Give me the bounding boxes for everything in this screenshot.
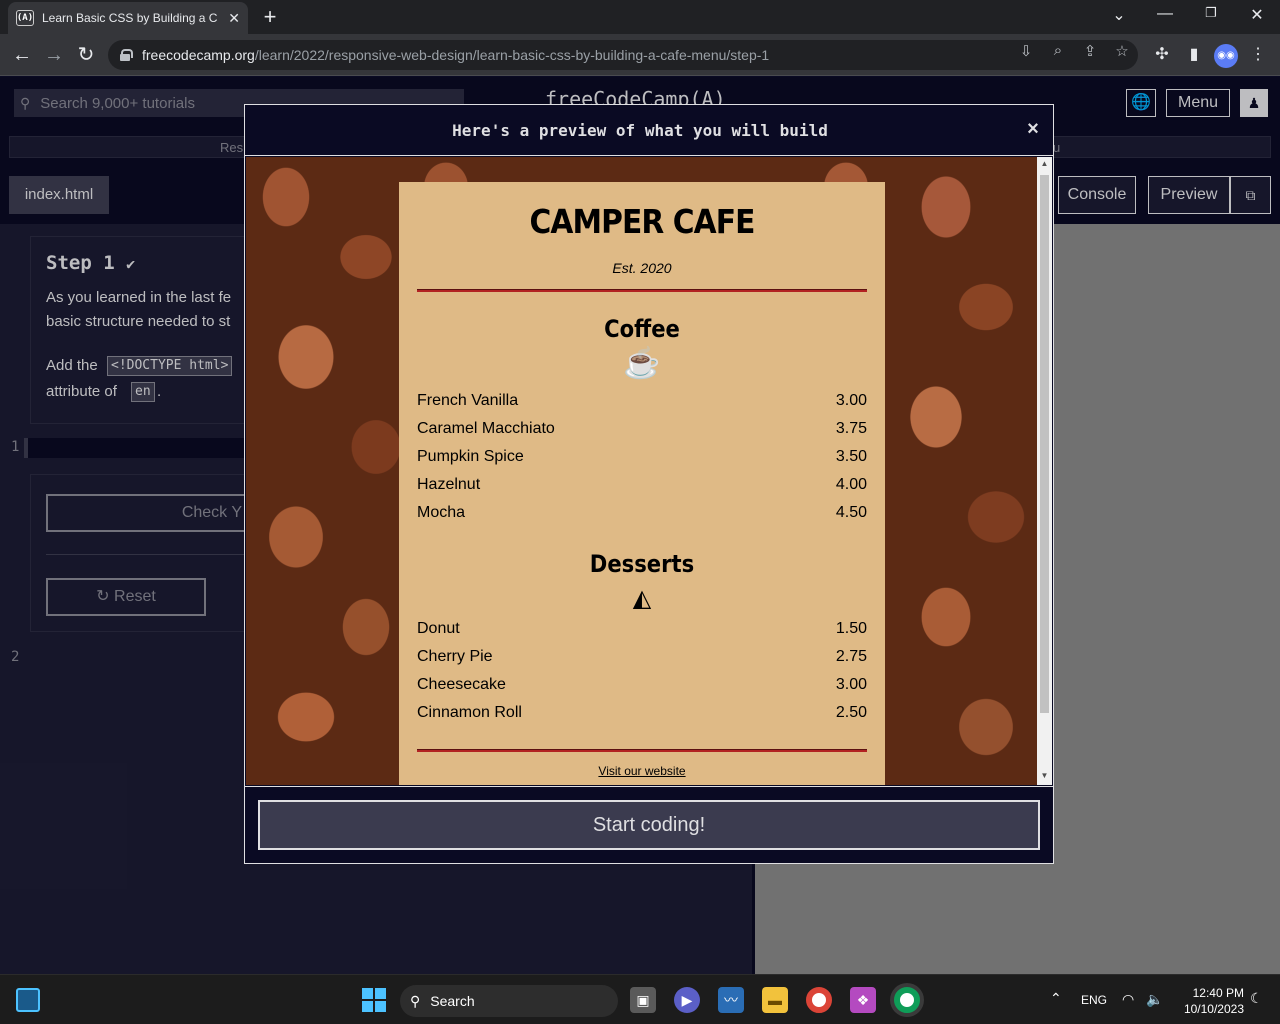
windows-taskbar: ⚲ Search ▣ ▶ 〰 ▬ ❖ ⌃ ENG ◠ 🔈 12:40 PM 10… [0, 974, 1280, 1024]
scroll-up-icon[interactable]: ▲ [1037, 159, 1052, 168]
item-name: Cherry Pie [417, 648, 493, 665]
chrome-icon[interactable] [806, 987, 832, 1013]
install-app-icon[interactable]: ⇩ [1016, 42, 1036, 60]
item-name: Cheesecake [417, 676, 506, 693]
tray-chevron-icon[interactable]: ⌃ [1050, 990, 1062, 1007]
coffee-beans-background[interactable]: CAMPER CAFE Est. 2020 Coffee ☕ French Va… [246, 157, 1037, 785]
menu-item: Mocha 4.50 [417, 504, 867, 526]
wifi-icon[interactable]: ◠ [1122, 991, 1134, 1008]
visit-website-link[interactable]: Visit our website [399, 764, 885, 778]
browser-tab-active[interactable]: (A) Learn Basic CSS by Building a Ca ✕ [8, 2, 248, 34]
cafe-established: Est. 2020 [612, 260, 672, 276]
side-panel-icon[interactable]: ▮ [1182, 43, 1206, 67]
forward-arrow-icon[interactable]: → [42, 43, 66, 67]
minimize-window-icon[interactable]: — [1150, 5, 1180, 23]
item-price: 3.50 [835, 448, 867, 465]
bookmark-star-icon[interactable]: ☆ [1112, 42, 1132, 60]
tab-close-icon[interactable]: ✕ [228, 10, 240, 27]
item-name: Pumpkin Spice [417, 448, 524, 465]
item-price: 4.00 [835, 476, 867, 493]
modal-divider [245, 155, 1053, 156]
clock-time: 12:40 PM [1192, 986, 1244, 1000]
taskbar-search[interactable]: ⚲ Search [400, 985, 618, 1017]
menu-item: Hazelnut 4.00 [417, 476, 867, 498]
url-host: freecodecamp.org [142, 47, 255, 63]
profile-avatar-icon[interactable]: ◉◉ [1214, 44, 1238, 68]
item-price: 2.50 [835, 704, 867, 721]
taskbar-search-label: Search [430, 993, 475, 1009]
menu-item: Cherry Pie 2.75 [417, 648, 867, 670]
cafe-name: CAMPER CAFE [529, 202, 755, 241]
item-price: 3.75 [835, 420, 867, 437]
menu-item: Cheesecake 3.00 [417, 676, 867, 698]
item-price: 3.00 [835, 392, 867, 409]
divider [417, 289, 867, 292]
menu-item: Pumpkin Spice 3.50 [417, 448, 867, 470]
scrollbar-thumb[interactable] [1040, 175, 1049, 713]
task-view-icon[interactable]: ▣ [630, 987, 656, 1013]
menu-item: Caramel Macchiato 3.75 [417, 420, 867, 442]
item-name: Cinnamon Roll [417, 704, 522, 721]
volume-icon[interactable]: 🔈 [1146, 991, 1163, 1008]
chrome-menu-icon[interactable]: ⋮ [1246, 43, 1270, 67]
chrome-profile-icon[interactable] [894, 987, 920, 1013]
clock-date: 10/10/2023 [1183, 1002, 1244, 1016]
divider [417, 749, 867, 752]
windows-start-icon[interactable] [362, 988, 386, 1012]
item-name: Caramel Macchiato [417, 420, 555, 437]
coffee-cup-icon: ☕ [623, 347, 661, 380]
item-name: Donut [417, 620, 460, 637]
pie-slice-icon: ◭ [632, 585, 652, 612]
share-icon[interactable]: ⇪ [1080, 42, 1100, 60]
search-icon: ⚲ [410, 992, 421, 1009]
address-bar[interactable]: freecodecamp.org /learn/2022/responsive-… [108, 40, 1138, 70]
file-explorer-icon[interactable]: ▬ [762, 987, 788, 1013]
preview-modal: Here's a preview of what you will build … [244, 104, 1054, 864]
item-price: 4.50 [835, 504, 867, 521]
new-tab-button[interactable]: + [258, 4, 282, 30]
url-path: /learn/2022/responsive-web-design/learn-… [254, 47, 770, 63]
menu-item: Donut 1.50 [417, 620, 867, 642]
notifications-icon[interactable]: ☾ [1250, 990, 1263, 1007]
start-coding-button[interactable]: Start coding! [258, 800, 1040, 850]
coffee-heading: Coffee [604, 315, 680, 343]
reload-icon[interactable]: ↻ [74, 43, 98, 67]
menu-item: Cinnamon Roll 2.50 [417, 704, 867, 726]
item-price: 3.00 [835, 676, 867, 693]
scroll-down-icon[interactable]: ▼ [1037, 771, 1052, 780]
language-indicator[interactable]: ENG [1081, 993, 1107, 1007]
item-price: 1.50 [835, 620, 867, 637]
monitor-app-icon[interactable]: 〰 [718, 987, 744, 1013]
app-icon[interactable]: ❖ [850, 987, 876, 1013]
restore-window-icon[interactable]: ❐ [1196, 5, 1226, 21]
teams-chat-icon[interactable]: ▶ [674, 987, 700, 1013]
desserts-heading: Desserts [589, 550, 695, 578]
modal-divider [245, 786, 1053, 787]
preview-scrollbar[interactable]: ▲ ▼ [1037, 157, 1052, 785]
menu-item: French Vanilla 3.00 [417, 392, 867, 414]
clock[interactable]: 12:40 PM 10/10/2023 [1170, 985, 1244, 1017]
browser-toolbar: ← → ↻ freecodecamp.org /learn/2022/respo… [0, 34, 1280, 76]
item-price: 2.75 [835, 648, 867, 665]
back-arrow-icon[interactable]: ← [10, 43, 34, 67]
tab-search-chevron-icon[interactable]: ⌄ [1104, 5, 1134, 25]
freecodecamp-favicon-icon: (A) [16, 10, 34, 26]
item-name: Hazelnut [417, 476, 481, 493]
browser-tab-bar: (A) Learn Basic CSS by Building a Ca ✕ +… [0, 0, 1280, 34]
close-icon[interactable]: × [1023, 118, 1043, 141]
cafe-menu-card: CAMPER CAFE Est. 2020 Coffee ☕ French Va… [399, 182, 885, 785]
modal-title: Here's a preview of what you will build [452, 121, 828, 140]
zoom-icon[interactable]: ⌕ [1048, 42, 1068, 59]
widgets-icon[interactable] [16, 988, 40, 1012]
close-window-icon[interactable]: ✕ [1242, 5, 1272, 25]
lock-icon [120, 49, 133, 61]
extensions-puzzle-icon[interactable]: ✣ [1150, 43, 1174, 67]
tab-title: Learn Basic CSS by Building a Ca [42, 11, 217, 25]
item-name: French Vanilla [417, 392, 519, 409]
item-name: Mocha [417, 504, 466, 521]
